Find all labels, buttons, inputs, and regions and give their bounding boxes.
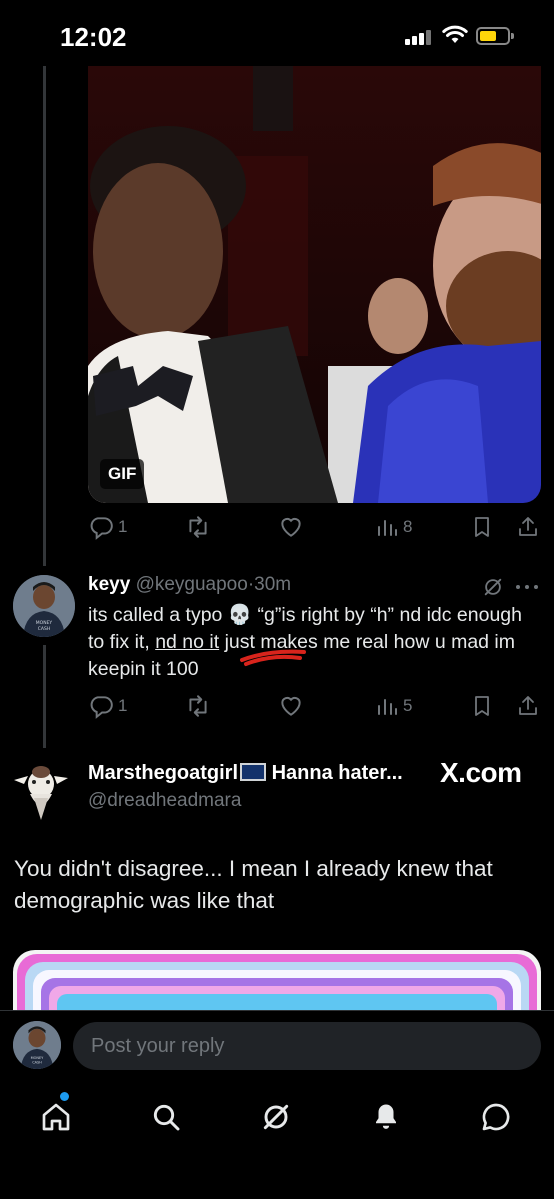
x-com-watermark: X.com: [440, 757, 522, 788]
share-icon: [519, 517, 537, 536]
repost-icon: [189, 516, 207, 538]
reply-input[interactable]: [73, 1022, 541, 1070]
views-count: 5: [403, 696, 413, 715]
reply-time: 30m: [254, 574, 292, 595]
home-icon: [42, 1103, 70, 1131]
battery-icon: [476, 27, 514, 45]
unread-dot: [60, 1092, 69, 1101]
notifications-icon: [376, 1104, 396, 1129]
red-scribble-markup: [240, 649, 306, 666]
thread-line: [43, 645, 46, 748]
heart-icon: [281, 517, 301, 537]
gif-badge: GIF: [100, 459, 145, 489]
svg-text:MONEY: MONEY: [31, 1056, 45, 1060]
cellular-signal-icon: [405, 29, 435, 45]
bookmark-button[interactable]: [470, 692, 494, 720]
tab-messages[interactable]: [476, 1097, 516, 1137]
author-name-text: Marsthegoatgirl: [88, 762, 239, 784]
svg-text:CASH: CASH: [32, 1061, 42, 1065]
reply-count: 1: [118, 696, 128, 715]
views-button[interactable]: 5: [375, 692, 412, 720]
status-bar: 12:02: [0, 0, 554, 66]
reply-actions: 1 5: [88, 692, 542, 720]
share-icon: [519, 696, 537, 715]
avatar[interactable]: MONEY CASH: [13, 1021, 61, 1069]
tab-notifications[interactable]: [366, 1097, 406, 1137]
reply-author-handle[interactable]: @keyguapoo: [136, 574, 248, 595]
tab-grok[interactable]: [256, 1097, 296, 1137]
reply-text: its called a typo 💀 “g”is right by “h” n…: [88, 602, 528, 683]
heart-icon: [281, 696, 301, 716]
messages-icon: [482, 1103, 510, 1131]
share-button[interactable]: [516, 513, 540, 541]
post-author-name[interactable]: Marsthegoatgirl Hanna hater...: [88, 762, 403, 785]
like-button[interactable]: [278, 513, 304, 541]
skull-emoji: 💀: [227, 604, 253, 626]
avatar[interactable]: [10, 758, 72, 820]
gif-post-actions: 1 8: [88, 513, 542, 541]
bookmark-icon: [475, 517, 489, 537]
like-button[interactable]: [278, 692, 304, 720]
reply-header: keyy @keyguapoo·30m: [88, 574, 291, 596]
wifi-icon: [442, 25, 468, 43]
flag-emoji-icon: [240, 763, 267, 781]
repost-icon: [189, 695, 207, 717]
grok-icon[interactable]: [482, 576, 504, 598]
post-author-handle[interactable]: @dreadheadmara: [88, 790, 241, 812]
views-icon: [378, 520, 397, 536]
repost-button[interactable]: [184, 692, 212, 720]
views-count: 8: [403, 517, 413, 536]
views-button[interactable]: 8: [375, 513, 412, 541]
reply-button[interactable]: 1: [88, 513, 127, 541]
bottom-tab-bar: [0, 1082, 554, 1199]
svg-text:MONEY: MONEY: [36, 620, 53, 626]
thread-line: [43, 66, 46, 566]
tab-search[interactable]: [146, 1097, 186, 1137]
grok-icon: [263, 1104, 289, 1130]
author-name-suffix: Hanna hater...: [266, 762, 403, 784]
status-time: 12:02: [60, 22, 127, 52]
reply-text-underlined: nd no it: [155, 631, 220, 653]
reply-icon: [90, 517, 113, 540]
gif-media[interactable]: GIF: [88, 66, 541, 503]
bookmark-icon: [475, 696, 489, 716]
search-icon: [153, 1104, 180, 1131]
share-button[interactable]: [516, 692, 540, 720]
svg-text:CASH: CASH: [38, 626, 50, 632]
post-media[interactable]: [13, 950, 541, 1012]
reply-icon: [90, 696, 113, 719]
reply-author-name[interactable]: keyy: [88, 574, 130, 595]
reply-button[interactable]: 1: [88, 692, 127, 720]
reply-count: 1: [118, 517, 128, 536]
post-text: You didn't disagree... I mean I already …: [14, 856, 493, 913]
bookmark-button[interactable]: [470, 513, 494, 541]
tab-home[interactable]: [36, 1097, 76, 1137]
views-icon: [378, 699, 397, 715]
reply-text-part: its called a typo: [88, 604, 228, 626]
repost-button[interactable]: [184, 513, 212, 541]
more-icon[interactable]: [515, 584, 539, 590]
avatar[interactable]: MONEY CASH: [13, 575, 75, 637]
